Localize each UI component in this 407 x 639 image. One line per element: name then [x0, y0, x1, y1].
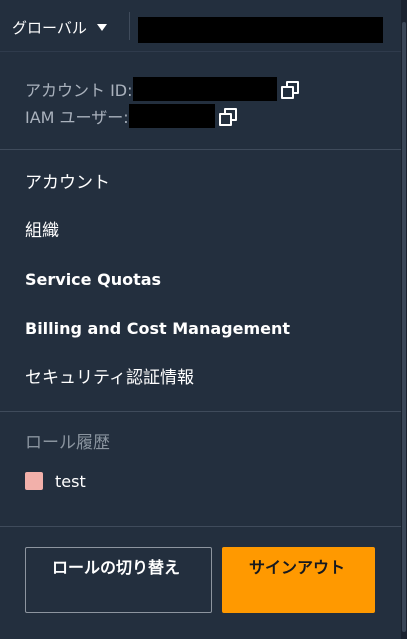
role-label: test: [55, 471, 86, 491]
menu-item-billing[interactable]: Billing and Cost Management: [25, 315, 290, 343]
region-label: グローバル: [12, 18, 87, 37]
redacted-account-menu[interactable]: [138, 17, 383, 43]
menu-item-account[interactable]: アカウント: [25, 169, 110, 197]
menu-item-security-credentials[interactable]: セキュリティ認証情報: [25, 364, 194, 392]
switch-role-button[interactable]: ロールの切り替え: [25, 547, 212, 613]
copy-icon[interactable]: [280, 81, 299, 99]
top-navigation-bar: グローバル: [0, 0, 407, 51]
iam-user-label: IAM ユーザー:: [25, 108, 129, 127]
copy-icon[interactable]: [218, 108, 237, 126]
menu-item-service-quotas[interactable]: Service Quotas: [25, 266, 161, 294]
account-id-row: アカウント ID:: [25, 77, 299, 101]
role-history-item[interactable]: test: [25, 470, 86, 492]
sign-out-button[interactable]: サインアウト: [222, 547, 375, 613]
section-divider: [0, 149, 401, 150]
section-divider: [0, 526, 401, 527]
caret-down-icon: [96, 24, 107, 31]
iam-user-row: IAM ユーザー:: [25, 104, 237, 128]
region-selector-button[interactable]: グローバル: [12, 16, 107, 38]
redacted-iam-user: [128, 104, 215, 128]
menu-item-organization[interactable]: 組織: [25, 217, 59, 245]
role-history-heading: ロール履歴: [25, 433, 110, 453]
redacted-account-id: [132, 77, 277, 101]
scrollbar-thumb[interactable]: [402, 22, 406, 632]
topbar-divider: [129, 12, 130, 40]
role-color-swatch: [25, 472, 43, 490]
account-id-label: アカウント ID:: [25, 81, 133, 100]
section-divider: [0, 411, 401, 412]
panel-top-border: [0, 51, 401, 52]
